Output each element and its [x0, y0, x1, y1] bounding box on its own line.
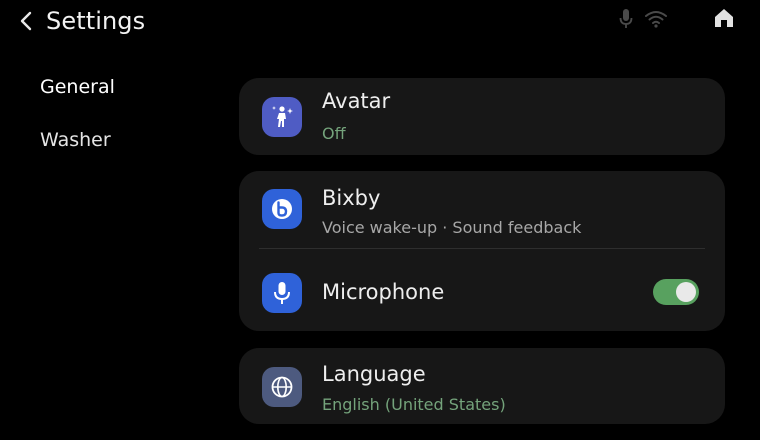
avatar-subtitle: Off — [322, 124, 346, 143]
back-button[interactable] — [14, 10, 38, 36]
microphone-icon — [262, 273, 302, 313]
home-button[interactable] — [710, 6, 738, 34]
language-title: Language — [322, 362, 426, 386]
sidebar: General Washer — [40, 76, 210, 182]
page-title: Settings — [46, 7, 146, 35]
globe-icon — [262, 367, 302, 407]
microphone-toggle[interactable] — [653, 279, 699, 305]
bixby-icon — [262, 189, 302, 229]
microphone-status-icon — [614, 8, 638, 30]
sidebar-item-general[interactable]: General — [40, 76, 210, 104]
voice-card: Bixby Voice wake-up · Sound feedback Mic… — [239, 171, 725, 331]
chevron-left-icon — [19, 10, 33, 36]
home-icon — [712, 6, 736, 34]
bixby-title: Bixby — [322, 186, 381, 210]
language-card: Language English (United States) — [239, 348, 725, 424]
microphone-row[interactable]: Microphone — [239, 249, 725, 331]
bixby-subtitle: Voice wake-up · Sound feedback — [322, 218, 582, 237]
top-bar: Settings — [0, 0, 760, 46]
sidebar-item-washer[interactable]: Washer — [40, 129, 210, 157]
toggle-knob — [676, 282, 696, 302]
language-row[interactable]: Language English (United States) — [239, 348, 725, 424]
language-subtitle: English (United States) — [322, 395, 506, 414]
avatar-row[interactable]: Avatar Off — [239, 78, 725, 155]
person-sparkle-icon — [262, 97, 302, 137]
avatar-title: Avatar — [322, 89, 391, 113]
wifi-icon — [644, 8, 668, 30]
avatar-card: Avatar Off — [239, 78, 725, 155]
bixby-row[interactable]: Bixby Voice wake-up · Sound feedback — [239, 171, 725, 247]
microphone-title: Microphone — [322, 280, 445, 304]
